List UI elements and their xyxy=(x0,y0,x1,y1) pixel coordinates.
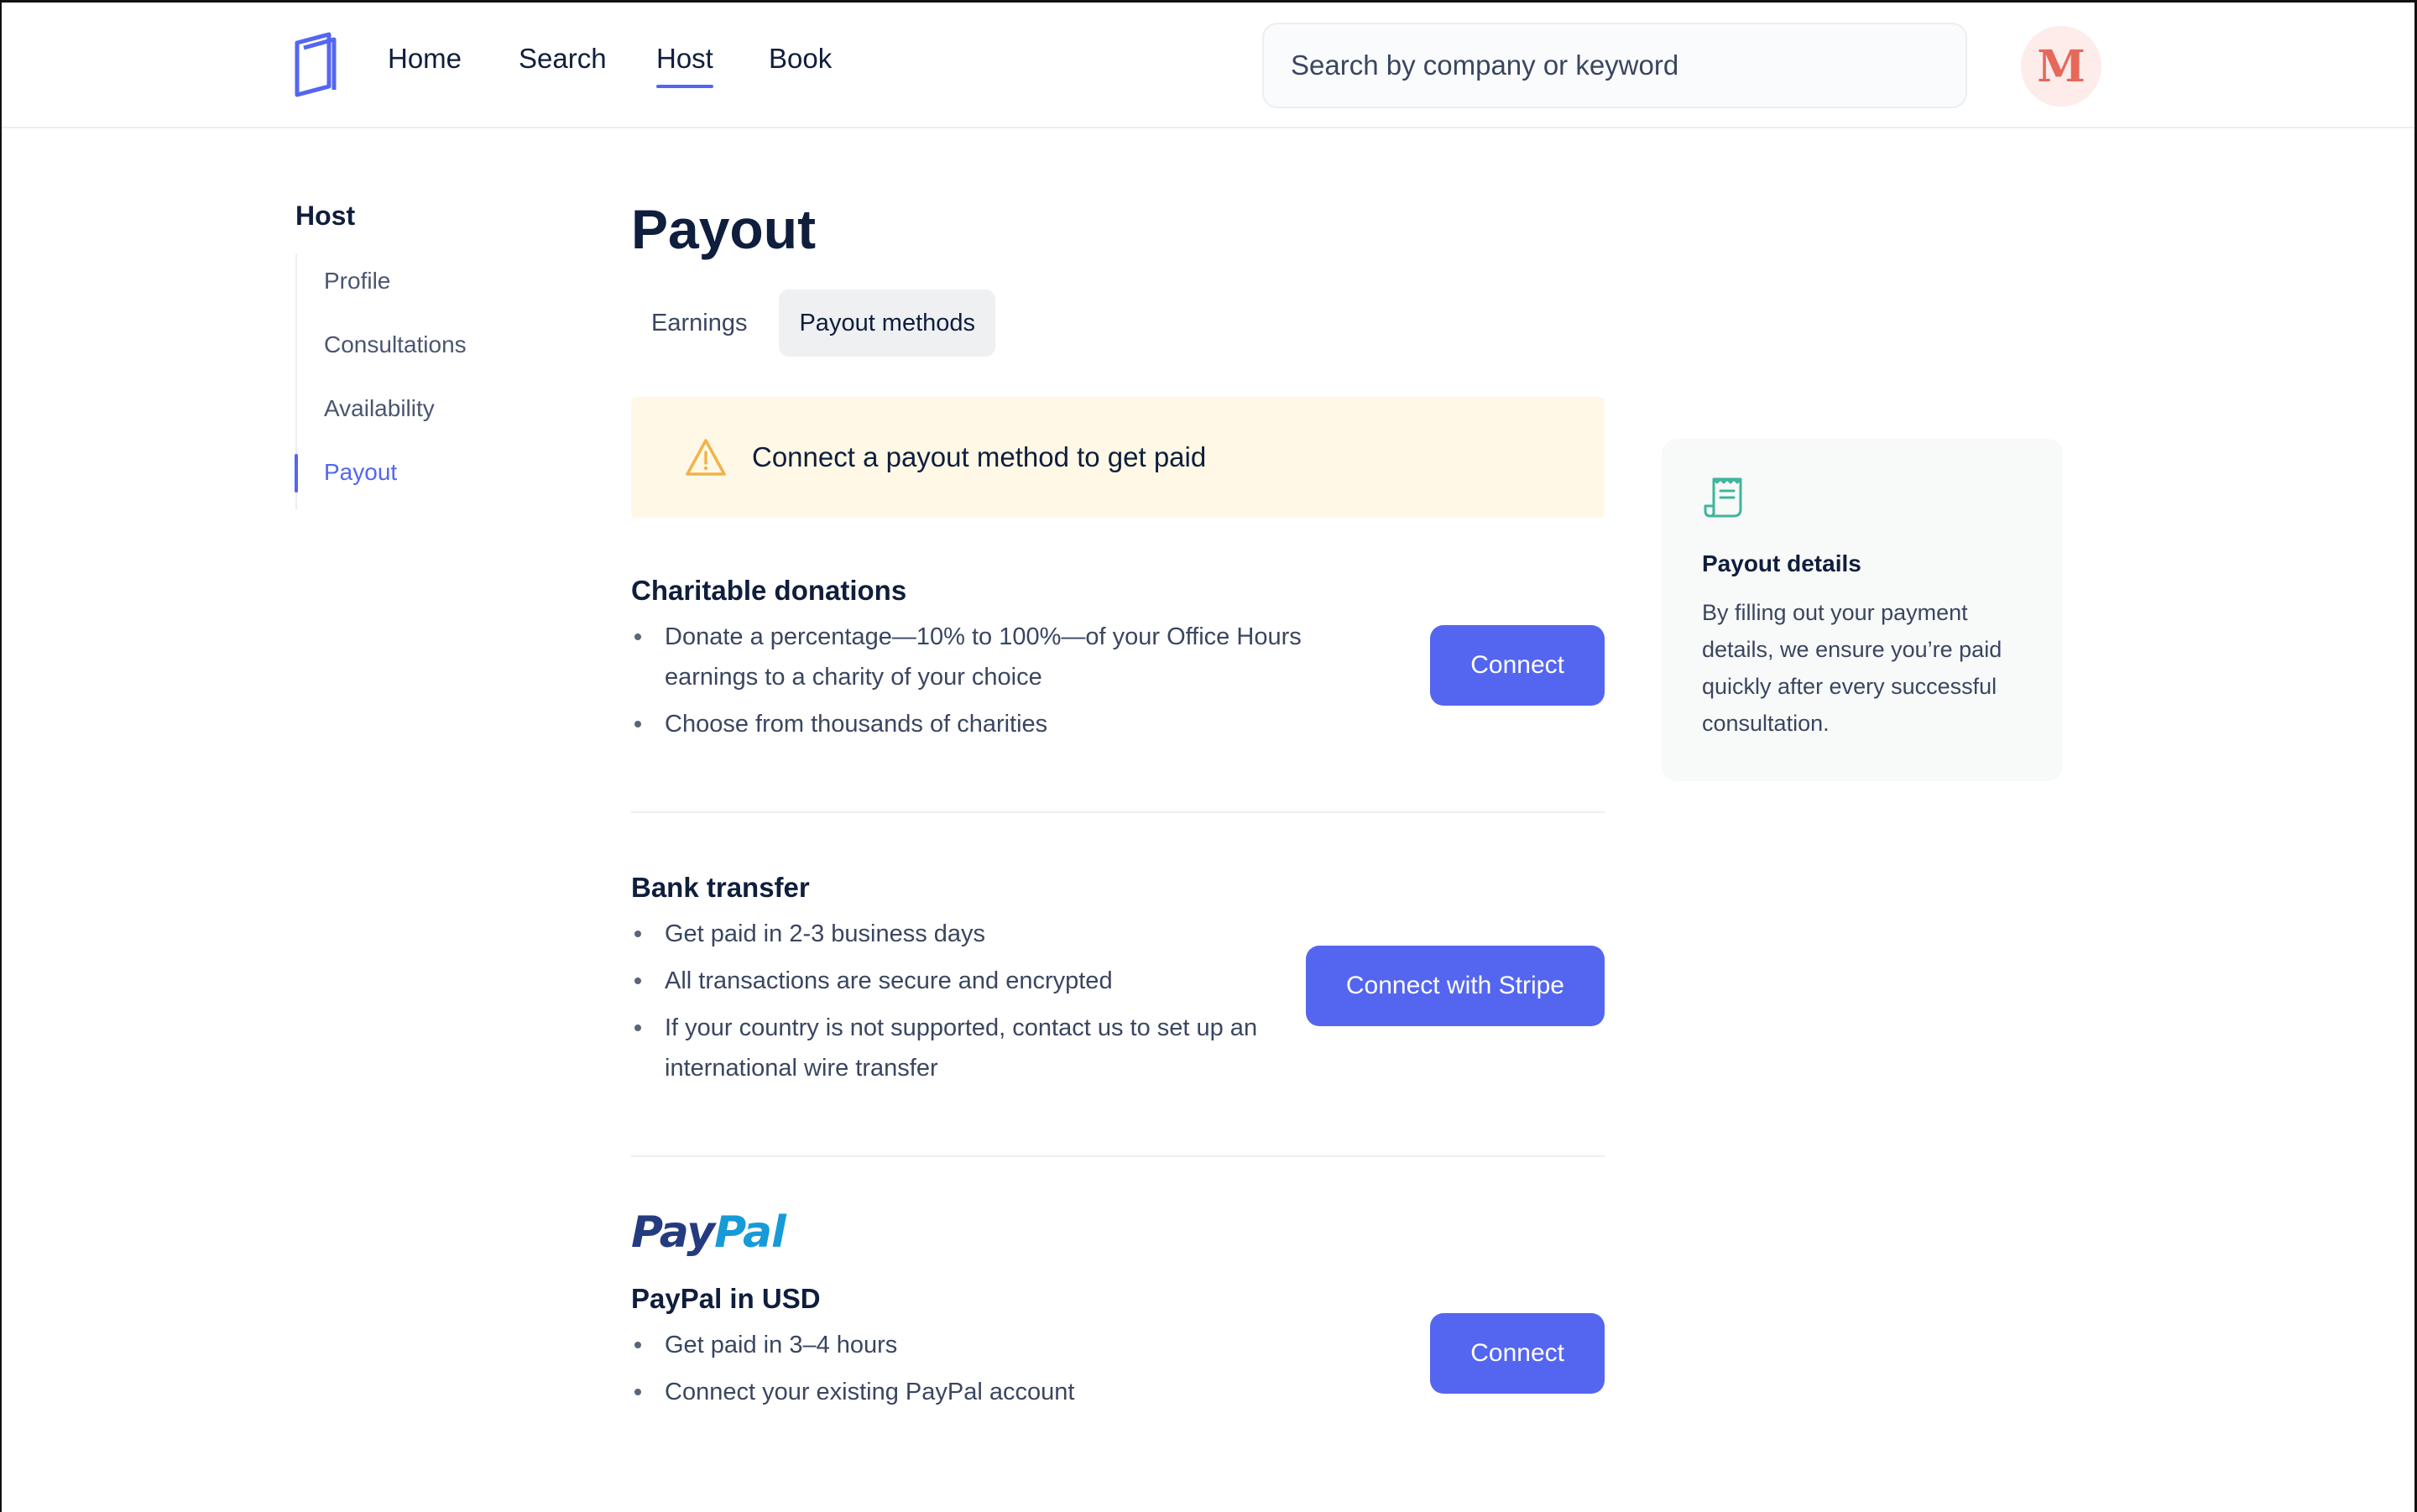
tab-earnings[interactable]: Earnings xyxy=(631,289,767,357)
divider xyxy=(631,1155,1605,1157)
nav-home[interactable]: Home xyxy=(388,43,462,75)
sidebar-item-profile[interactable]: Profile xyxy=(297,254,467,318)
section-paypal: PayPal in USD Get paid in 3–4 hours Conn… xyxy=(631,1283,1605,1442)
connect-charity-button[interactable]: Connect xyxy=(1430,625,1605,706)
nav-search[interactable]: Search xyxy=(519,43,607,75)
card-title: Payout details xyxy=(1702,550,1861,576)
alert-banner: Connect a payout method to get paid xyxy=(631,397,1605,518)
nav-book[interactable]: Book xyxy=(769,43,832,75)
section-title: Bank transfer xyxy=(631,872,810,903)
tab-payout-methods[interactable]: Payout methods xyxy=(779,289,996,357)
logo-icon[interactable] xyxy=(292,31,339,98)
list-item: Connect your existing PayPal account xyxy=(631,1372,1269,1412)
list-item: Get paid in 3–4 hours xyxy=(631,1325,1269,1365)
card-body: By filling out your payment details, we … xyxy=(1702,600,2002,736)
connect-paypal-button[interactable]: Connect xyxy=(1430,1313,1605,1394)
receipt-icon xyxy=(1704,477,1742,518)
connect-with-stripe-button[interactable]: Connect with Stripe xyxy=(1305,946,1605,1026)
sidebar-item-availability[interactable]: Availability xyxy=(297,382,467,446)
list-item: Donate a percentage—10% to 100%—of your … xyxy=(631,617,1319,697)
top-nav: Home Search Host Book M xyxy=(2,3,2414,128)
list-item: Choose from thousands of charities xyxy=(631,704,1319,744)
search-box xyxy=(1262,23,1967,108)
tabs: Earnings Payout methods xyxy=(631,289,996,357)
paypal-logo-pay: Pay xyxy=(631,1207,715,1258)
avatar[interactable]: M xyxy=(2021,26,2101,107)
nav-host[interactable]: Host xyxy=(656,43,713,88)
section-title: Charitable donations xyxy=(631,575,907,606)
section-title: PayPal in USD xyxy=(631,1283,821,1314)
warning-icon xyxy=(686,439,726,476)
section-charitable-donations: Charitable donations Donate a percentage… xyxy=(631,575,1605,759)
list-item: If your country is not supported, contac… xyxy=(631,1008,1269,1088)
list-item: Get paid in 2-3 business days xyxy=(631,914,1269,954)
page-title: Payout xyxy=(631,198,817,260)
paypal-logo-pal: Pal xyxy=(714,1207,786,1258)
sidebar-item-payout[interactable]: Payout xyxy=(295,446,467,509)
payout-details-card: Payout details By filling out your payme… xyxy=(1662,439,2063,781)
sidebar-title: Host xyxy=(295,201,356,231)
divider xyxy=(631,811,1605,813)
page: Home Search Host Book M Host Profile Con… xyxy=(0,0,2417,1512)
list-item: All transactions are secure and encrypte… xyxy=(631,961,1269,1001)
alert-text: Connect a payout method to get paid xyxy=(752,441,1207,472)
sidebar: Profile Consultations Availability Payou… xyxy=(295,254,467,509)
paypal-logo: PayPal xyxy=(631,1207,786,1258)
sidebar-item-consultations[interactable]: Consultations xyxy=(297,318,467,382)
search-input[interactable] xyxy=(1291,50,1939,81)
section-bank-transfer: Bank transfer Get paid in 2-3 business d… xyxy=(631,872,1605,1090)
